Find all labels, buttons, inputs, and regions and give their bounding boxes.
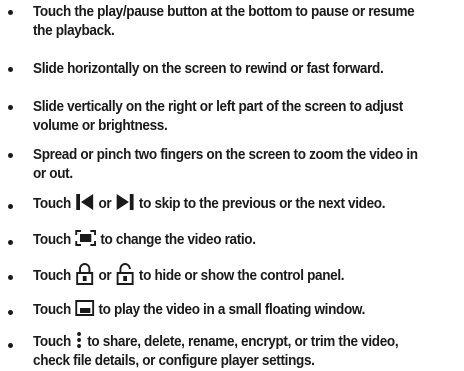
text-segment: to share, delete, rename, encrypt, or tr… [87,333,399,350]
text-segment: to play the video in a small floating wi… [98,301,366,318]
text-line: Spread or pinch two fingers on the scree… [33,147,418,163]
lock-icon [74,263,95,285]
bullet-dot [8,10,13,15]
skip-previous-icon [74,192,95,212]
text-line: Slide horizontally on the screen to rewi… [33,61,384,77]
instruction-list: Touch the play/pause button at the botto… [0,0,464,369]
text-segment: or [98,267,112,284]
list-item-text: Touch or to hide or show the control pan… [33,263,433,287]
text-line: the playback. [33,23,115,39]
bullet-dot [8,153,13,158]
text-segment: Touch [33,267,71,284]
list-item-text: Slide horizontally on the screen to rewi… [33,60,433,79]
list-item-text: Slide vertically on the right or left pa… [33,98,433,136]
bullet-dot [8,343,13,348]
aspect-ratio-icon [74,228,97,248]
list-item-text: Touch to change the video ratio. [33,230,433,250]
list-item-text: Touch to play the video in a small float… [33,300,433,320]
text-segment: Touch [33,195,71,212]
text-segment: Touch [33,301,71,318]
bullet-dot [8,67,13,72]
text-line: Touch the play/pause button at the botto… [33,4,415,20]
skip-next-icon [115,192,136,212]
floating-window-icon [74,298,95,318]
text-line: or out. [33,166,73,182]
list-item-text: Touch to share, delete, rename, encrypt,… [33,332,433,371]
text-segment: or [98,195,112,212]
bullet-dot [8,240,13,245]
more-options-icon [74,330,83,350]
text-segment: Touch [33,333,71,350]
text-line: volume or brightness. [33,118,168,134]
text-line: Slide vertically on the right or left pa… [33,99,403,115]
text-segment: Touch [33,231,71,248]
text-segment: to change the video ratio. [100,231,256,248]
text-line: check file details, or configure player … [33,353,315,369]
bullet-dot [8,275,13,280]
bullet-dot [8,310,13,315]
bullet-dot [8,105,13,110]
bullet-dot [8,204,13,209]
list-item-text: Touch or to skip to the previous or the … [33,194,433,214]
unlock-icon [115,263,136,285]
list-item-text: Spread or pinch two fingers on the scree… [33,146,433,184]
list-item-text: Touch the play/pause button at the botto… [33,3,433,41]
text-segment: to hide or show the control panel. [138,267,345,284]
text-segment: to skip to the previous or the next vide… [138,195,386,212]
